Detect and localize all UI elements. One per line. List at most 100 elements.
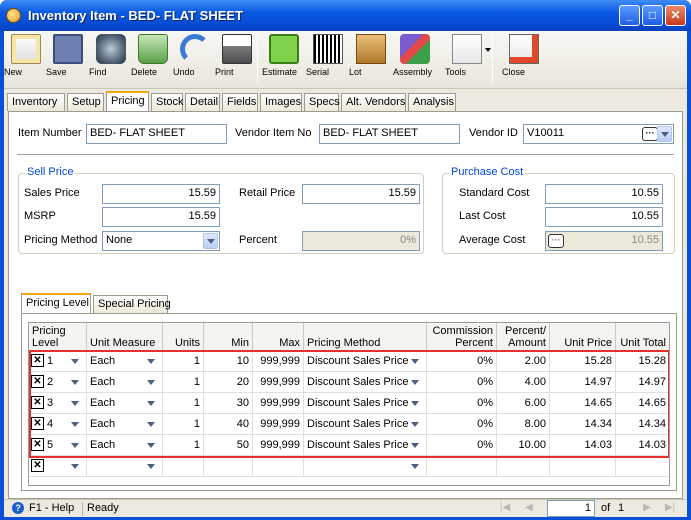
vendor-id-field[interactable]: V10011 ··· bbox=[523, 124, 674, 144]
lot-button[interactable]: Lot bbox=[349, 34, 393, 86]
close-button[interactable]: Close bbox=[502, 34, 546, 86]
print-icon bbox=[222, 34, 252, 64]
standard-cost-label: Standard Cost bbox=[459, 187, 530, 199]
close-window-button[interactable]: ✕ bbox=[665, 5, 686, 26]
purchase-cost-title: Purchase Cost bbox=[449, 166, 526, 178]
tools-dropdown-icon[interactable] bbox=[485, 48, 491, 52]
find-button[interactable]: Find bbox=[89, 34, 133, 86]
column-header[interactable]: Commission Percent bbox=[427, 323, 497, 351]
print-button[interactable]: Print bbox=[215, 34, 259, 86]
grid-cell-method[interactable] bbox=[304, 456, 427, 477]
save-button[interactable]: Save bbox=[46, 34, 90, 86]
msrp-field[interactable]: 15.59 bbox=[102, 207, 220, 227]
retail-price-label: Retail Price bbox=[239, 187, 296, 199]
chevron-down-icon[interactable] bbox=[203, 233, 218, 249]
column-header[interactable]: Unit Measure bbox=[87, 323, 163, 351]
tab-analysis[interactable]: Analysis bbox=[408, 93, 456, 111]
toolbar-label: Save bbox=[46, 67, 67, 77]
column-header[interactable]: Pricing Level bbox=[29, 323, 87, 351]
average-cost-value: 10.55 bbox=[631, 234, 659, 246]
chevron-down-icon[interactable] bbox=[147, 464, 155, 469]
status-bar: ? F1 - Help Ready |◀ ◀ 1 of 1 ▶ ▶| bbox=[4, 499, 687, 517]
toolbar-label: Estimate bbox=[262, 67, 298, 77]
toolbar-label: Serial bbox=[306, 67, 330, 77]
status-divider bbox=[82, 502, 83, 516]
chevron-down-icon[interactable] bbox=[657, 126, 672, 142]
tab-specs[interactable]: Specs bbox=[304, 93, 340, 111]
toolbar-label: Undo bbox=[173, 67, 195, 77]
page-input[interactable]: 1 bbox=[547, 500, 595, 517]
inventory-item-window: Inventory Item - BED- FLAT SHEET _ □ ✕ N… bbox=[0, 0, 691, 520]
tab-setup[interactable]: Setup bbox=[67, 93, 104, 111]
total-pages: 1 bbox=[618, 502, 625, 514]
sell-price-title: Sell Price bbox=[25, 166, 76, 178]
tab-pricing[interactable]: Pricing bbox=[106, 91, 149, 111]
title-bar[interactable]: Inventory Item - BED- FLAT SHEET _ □ ✕ bbox=[0, 0, 691, 31]
item-number-field[interactable]: BED- FLAT SHEET bbox=[86, 124, 227, 144]
undo-button[interactable]: Undo bbox=[173, 34, 217, 86]
main-tabs: Inventory Setup Pricing Stock Detail Fields Im… bbox=[4, 91, 687, 111]
pricing-method-value: None bbox=[106, 234, 133, 246]
close-icon bbox=[509, 34, 539, 64]
subtab-special-pricing[interactable]: Special Pricing bbox=[93, 295, 171, 313]
sales-price-field[interactable]: 15.59 bbox=[102, 184, 220, 204]
average-cost-label: Average Cost bbox=[459, 234, 526, 246]
column-header[interactable]: Pricing Method bbox=[304, 323, 427, 351]
new-button[interactable]: New bbox=[4, 34, 48, 86]
minimize-button[interactable]: _ bbox=[619, 5, 640, 26]
grid-cell-max[interactable] bbox=[253, 456, 304, 477]
grid-cell-total[interactable] bbox=[616, 456, 669, 477]
tab-fields[interactable]: Fields bbox=[222, 93, 258, 111]
chevron-down-icon[interactable] bbox=[71, 464, 79, 469]
tab-detail[interactable]: Detail bbox=[185, 93, 220, 111]
last-page-icon[interactable]: ▶| bbox=[663, 502, 677, 516]
column-header[interactable]: Units bbox=[163, 323, 204, 351]
last-cost-field[interactable]: 10.55 bbox=[545, 207, 663, 227]
prev-page-icon[interactable]: ◀ bbox=[522, 502, 536, 516]
column-header[interactable]: Max bbox=[253, 323, 304, 351]
item-number-label: Item Number bbox=[18, 127, 82, 139]
pricing-method-select[interactable]: None bbox=[102, 231, 220, 251]
maximize-button[interactable]: □ bbox=[642, 5, 663, 26]
tools-button[interactable]: Tools bbox=[445, 34, 491, 86]
serial-button[interactable]: Serial bbox=[306, 34, 350, 86]
tab-images[interactable]: Images bbox=[260, 93, 302, 111]
assembly-icon bbox=[400, 34, 430, 64]
toolbar-label: Close bbox=[502, 67, 526, 77]
standard-cost-field[interactable]: 10.55 bbox=[545, 184, 663, 204]
highlight-box bbox=[29, 350, 669, 458]
column-header[interactable]: Unit Price bbox=[550, 323, 616, 351]
find-icon bbox=[96, 34, 126, 64]
grid-cell-min[interactable] bbox=[204, 456, 253, 477]
vendor-lookup-icon[interactable]: ··· bbox=[642, 127, 658, 141]
vendor-item-field[interactable]: BED- FLAT SHEET bbox=[319, 124, 460, 144]
first-page-icon[interactable]: |◀ bbox=[498, 502, 512, 516]
column-header[interactable]: Percent/ Amount bbox=[497, 323, 550, 351]
column-header[interactable]: Unit Total bbox=[616, 323, 669, 351]
app-icon bbox=[6, 8, 21, 23]
tab-alt-vendors[interactable]: Alt. Vendors bbox=[341, 93, 406, 111]
grid-cell-unit[interactable] bbox=[87, 456, 163, 477]
average-cost-lookup-icon[interactable]: ··· bbox=[548, 234, 564, 248]
column-header[interactable]: Min bbox=[204, 323, 253, 351]
next-page-icon[interactable]: ▶ bbox=[640, 502, 654, 516]
delete-row-icon[interactable]: ✕ bbox=[31, 459, 44, 472]
lot-icon bbox=[356, 34, 386, 64]
toolbar-label: Print bbox=[215, 67, 234, 77]
undo-icon bbox=[180, 34, 210, 64]
tab-inventory[interactable]: Inventory bbox=[7, 93, 65, 111]
assembly-button[interactable]: Assembly bbox=[393, 34, 437, 86]
tab-stock[interactable]: Stock bbox=[151, 93, 184, 111]
grid-cell-pct[interactable] bbox=[497, 456, 550, 477]
retail-price-field[interactable]: 15.59 bbox=[302, 184, 420, 204]
grid-cell-commission[interactable] bbox=[427, 456, 497, 477]
grid-cell-units[interactable] bbox=[163, 456, 204, 477]
chevron-down-icon[interactable] bbox=[411, 464, 419, 469]
subtab-pricing-level[interactable]: Pricing Level bbox=[21, 293, 91, 313]
delete-icon bbox=[138, 34, 168, 64]
pricing-method-label: Pricing Method bbox=[24, 234, 98, 246]
delete-button[interactable]: Delete bbox=[131, 34, 175, 86]
grid-cell-price[interactable] bbox=[550, 456, 616, 477]
estimate-button[interactable]: Estimate bbox=[262, 34, 306, 86]
grid-cell-level[interactable]: ✕ bbox=[29, 456, 87, 477]
